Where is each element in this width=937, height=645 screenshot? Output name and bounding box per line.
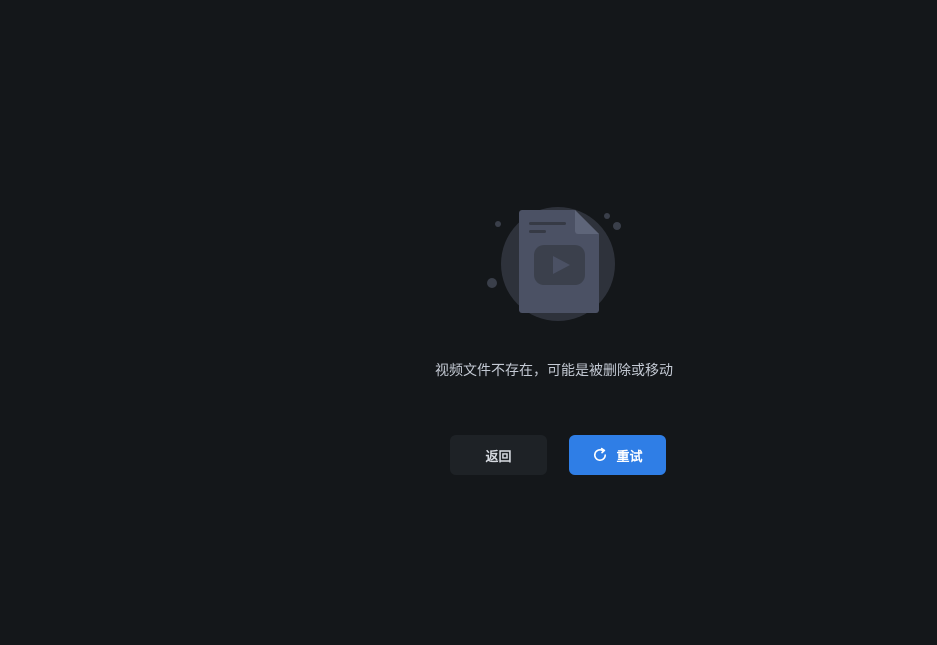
- retry-button[interactable]: 重试: [569, 435, 666, 475]
- error-page: 视频文件不存在，可能是被删除或移动 返回 重试: [0, 0, 937, 645]
- refresh-icon: [592, 447, 608, 463]
- error-message: 视频文件不存在，可能是被删除或移动: [435, 363, 673, 379]
- back-button-label: 返回: [485, 449, 512, 465]
- retry-button-label: 重试: [616, 449, 643, 465]
- missing-video-file-icon: [478, 198, 638, 328]
- back-button[interactable]: 返回: [450, 435, 547, 475]
